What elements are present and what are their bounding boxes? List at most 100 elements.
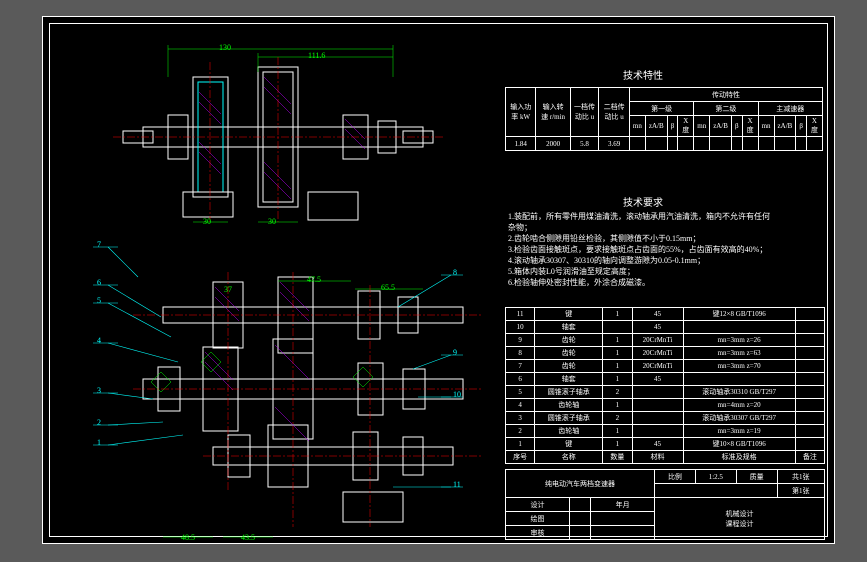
b5q: 2 [603,386,632,399]
org2: 课程设计 [726,520,754,528]
b6s [683,373,795,386]
v-r1: 5.8 [570,137,599,151]
b10n: 10 [506,321,535,334]
c1 [629,137,645,151]
mass-lbl: 质量 [736,470,777,484]
sheet2: 第1张 [777,484,824,498]
s2a: mn [694,116,710,137]
b3n: 3 [506,412,535,425]
b5a: 圆锥滚子轴承 [535,386,603,399]
tr6: 6.检验轴伸处密封性能，外涂合成磁漆。 [508,277,650,288]
callout-7: 7 [97,240,101,249]
b7r [795,360,824,373]
b6n: 6 [506,373,535,386]
blank1 [655,484,777,498]
tr5: 5.箱体内装L0号润滑油至规定高度； [508,266,635,277]
b4r [795,399,824,412]
b5m [632,386,683,399]
tr4: 4.滚动轴承30307、30310的轴向调整游隙为0.05-0.1mm； [508,255,705,266]
des-lbl: 设计 [506,498,570,512]
b11m: 45 [632,308,683,321]
tr1b: 杂物； [508,222,532,233]
b1n: 1 [506,438,535,451]
b7a: 齿轮 [535,360,603,373]
callout-1: 1 [97,438,101,447]
b2r [795,425,824,438]
chk-v [569,512,590,526]
s3a: mn [758,116,774,137]
b8n: 8 [506,347,535,360]
b3s: 滚动轴承30307 GB/T297 [683,412,795,425]
callout-leaders [43,17,503,547]
bhq: 数量 [603,451,632,464]
b5s: 滚动轴承30310 GB/T297 [683,386,795,399]
b10m: 45 [632,321,683,334]
b4n: 4 [506,399,535,412]
s3c: β [796,116,807,137]
th-s1: 第一级 [629,102,693,116]
b8s: mn=3mm z=63 [683,347,795,360]
c7 [731,137,742,151]
b10q [603,321,632,334]
b9s: mn=3mm z=26 [683,334,795,347]
callout-3: 3 [97,386,101,395]
s1a: mn [629,116,645,137]
tech-char-table: 输入功率 kW 输入转速 r/min 一档传动比 u 二档传动比 u 传动特性 … [505,87,823,151]
chk-d [591,512,655,526]
th-r2: 二档传动比 u [599,88,630,137]
b1q: 1 [603,438,632,451]
b1s: 键10×8 GB/T1096 [683,438,795,451]
s1b: zA/B [645,116,667,137]
b7s: mn=3mm z=70 [683,360,795,373]
c4 [678,137,694,151]
tr1: 1.装配前，所有零件用煤油清洗，滚动轴承用汽油清洗，箱内不允许有任何 [508,211,770,222]
b9n: 9 [506,334,535,347]
s2d: X度 [742,116,758,137]
th-s2: 第二级 [694,102,758,116]
callout-9: 9 [453,348,457,357]
b6a: 轴套 [535,373,603,386]
app-v [569,526,590,540]
b2m [632,425,683,438]
b1a: 键 [535,438,603,451]
b10r [795,321,824,334]
b9a: 齿轮 [535,334,603,347]
c5 [694,137,710,151]
app-lbl: 审核 [506,526,570,540]
b6m: 45 [632,373,683,386]
b5n: 5 [506,386,535,399]
b4a: 齿轮轴 [535,399,603,412]
b3q: 2 [603,412,632,425]
drawing-frame: 130 111.6 30 30 37 47.5 65.5 48.5 43.5 7… [42,16,835,544]
c11 [796,137,807,151]
th-trans: 传动特性 [629,88,822,102]
tr3: 3.检验齿面接触斑点，要求接触斑点占齿面的55%，占齿面有效高的40%； [508,244,767,255]
b3a: 圆锥滚子轴承 [535,412,603,425]
b6r [795,373,824,386]
c3 [667,137,678,151]
b4q: 1 [603,399,632,412]
s3d: X度 [806,116,822,137]
b3r [795,412,824,425]
b2n: 2 [506,425,535,438]
org1: 机械设计 [726,510,754,518]
b8a: 齿轮 [535,347,603,360]
s1d: X度 [678,116,694,137]
callout-2: 2 [97,418,101,427]
c9 [758,137,774,151]
b9r [795,334,824,347]
c10 [774,137,796,151]
b6q: 1 [603,373,632,386]
scale-lbl: 比例 [655,470,696,484]
b4s: mn=4mm z=20 [683,399,795,412]
org: 机械设计课程设计 [655,498,825,540]
title-block: 纯电动汽车两档变速器 比例 1:2.5 质量 共1张 第1张 设计 年月 机械设… [505,469,825,540]
scale-val: 1:2.5 [695,470,736,484]
callout-4: 4 [97,336,101,345]
c6 [710,137,732,151]
th-power: 输入功率 kW [506,88,536,137]
b9q: 1 [603,334,632,347]
b11n: 11 [506,308,535,321]
b11q: 1 [603,308,632,321]
b7m: 20CrMnTi [632,360,683,373]
